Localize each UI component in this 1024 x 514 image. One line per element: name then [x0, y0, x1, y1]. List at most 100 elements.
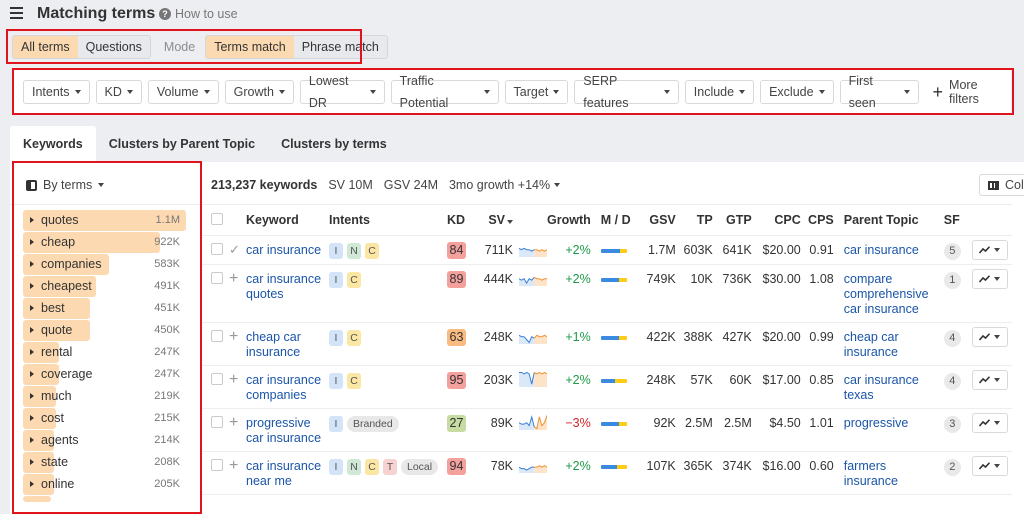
keyword-link[interactable]: car insurance near me — [246, 459, 326, 489]
expand-arrow-icon[interactable] — [30, 261, 34, 267]
col-gsv[interactable]: GSV — [638, 204, 676, 236]
parent-topic-link[interactable]: progressive — [844, 416, 944, 431]
row-checkbox[interactable] — [211, 373, 223, 385]
trend-dropdown[interactable] — [971, 269, 1008, 289]
filter-intents[interactable]: Intents — [23, 80, 90, 104]
keyword-link[interactable]: car insurance companies — [246, 373, 326, 403]
serp-features-count[interactable]: 3 — [943, 416, 961, 433]
serp-features-count[interactable]: 4 — [943, 373, 961, 390]
term-item[interactable]: companies 583K — [23, 253, 186, 275]
filter-kd[interactable]: KD — [95, 80, 142, 104]
parent-topic-link[interactable]: car insurance texas — [844, 373, 944, 403]
volume-sparkline[interactable] — [519, 457, 547, 473]
keyword-link[interactable]: progressive car insurance — [246, 416, 326, 446]
trend-dropdown[interactable] — [971, 413, 1008, 433]
expand-arrow-icon[interactable] — [30, 415, 34, 421]
term-item[interactable]: quote 450K — [23, 319, 186, 341]
col-md[interactable]: M / D — [590, 204, 639, 236]
col-growth[interactable]: Growth — [547, 204, 591, 236]
parent-topic-link[interactable]: compare comprehensive car insurance — [844, 272, 944, 317]
match-phrase[interactable]: Phrase match — [293, 35, 387, 58]
term-item[interactable]: much 219K — [23, 385, 186, 407]
col-cpc[interactable]: CPC — [751, 204, 801, 236]
col-tp[interactable]: TP — [675, 204, 713, 236]
term-item[interactable]: cost 215K — [23, 407, 186, 429]
filter-first-seen[interactable]: First seen — [839, 74, 919, 110]
term-item[interactable]: agents 214K — [23, 429, 186, 451]
term-item[interactable]: coverage 247K — [23, 363, 186, 385]
parent-topic-link[interactable]: car insurance — [844, 243, 944, 258]
col-gtp[interactable]: GTP — [712, 204, 752, 236]
menu-icon[interactable] — [10, 7, 23, 19]
filter-volume[interactable]: Volume — [147, 80, 219, 104]
expand-arrow-icon[interactable] — [30, 349, 34, 355]
col-cps[interactable]: CPS — [800, 204, 834, 236]
row-checkbox[interactable] — [211, 243, 223, 255]
trend-dropdown[interactable] — [971, 240, 1008, 260]
term-item[interactable]: cheapest 491K — [23, 275, 186, 297]
tab-clusters-by-parent-topic[interactable]: Clusters by Parent Topic — [96, 126, 268, 162]
expand-arrow-icon[interactable] — [30, 371, 34, 377]
how-to-use-link[interactable]: ? How to use — [159, 7, 238, 21]
filter-include[interactable]: Include — [684, 80, 755, 104]
add-to-list-icon[interactable]: + — [229, 451, 246, 495]
growth-period-dropdown[interactable]: 3mo growth +14% — [449, 178, 561, 192]
row-checkbox[interactable] — [211, 330, 223, 342]
filter-exclude[interactable]: Exclude — [760, 80, 834, 104]
row-checkbox[interactable] — [211, 416, 223, 428]
volume-sparkline[interactable] — [519, 414, 547, 430]
row-checkbox[interactable] — [211, 459, 223, 471]
select-all-checkbox[interactable] — [211, 212, 223, 225]
filter-serp-features[interactable]: SERP features — [574, 74, 679, 110]
expand-arrow-icon[interactable] — [30, 217, 34, 223]
col-sf[interactable]: SF — [943, 204, 972, 236]
add-to-list-icon[interactable]: + — [229, 365, 246, 409]
trend-dropdown[interactable] — [971, 456, 1008, 476]
expand-arrow-icon[interactable] — [30, 437, 34, 443]
parent-topic-link[interactable]: farmers insurance — [844, 459, 944, 489]
group-by-dropdown[interactable]: By terms — [26, 178, 105, 192]
trend-dropdown[interactable] — [971, 370, 1008, 390]
term-item[interactable]: quotes 1.1M — [23, 209, 186, 231]
tab-keywords[interactable]: Keywords — [10, 126, 96, 162]
volume-sparkline[interactable] — [519, 270, 547, 286]
keyword-link[interactable]: car insurance quotes — [246, 272, 326, 302]
keyword-link[interactable]: car insurance — [246, 243, 326, 258]
expand-arrow-icon[interactable] — [30, 239, 34, 245]
volume-sparkline[interactable] — [519, 371, 547, 387]
expand-arrow-icon[interactable] — [30, 305, 34, 311]
col-keyword[interactable]: Keyword — [246, 204, 329, 236]
expand-arrow-icon[interactable] — [30, 327, 34, 333]
volume-sparkline[interactable] — [519, 241, 547, 257]
filter-traffic-potential[interactable]: Traffic Potential — [390, 74, 499, 110]
term-item[interactable]: best 451K — [23, 297, 186, 319]
match-terms[interactable]: Terms match — [206, 35, 294, 58]
scope-all-terms[interactable]: All terms — [13, 35, 78, 58]
serp-features-count[interactable]: 1 — [943, 272, 961, 289]
col-intents[interactable]: Intents — [329, 204, 447, 236]
term-item[interactable]: cheap 922K — [23, 231, 186, 253]
expand-arrow-icon[interactable] — [30, 393, 34, 399]
filter-target[interactable]: Target — [504, 80, 569, 104]
serp-features-count[interactable]: 2 — [943, 459, 961, 476]
expand-arrow-icon[interactable] — [30, 283, 34, 289]
parent-topic-link[interactable]: cheap car insurance — [844, 330, 944, 360]
col-kd[interactable]: KD — [447, 204, 473, 236]
term-item[interactable]: online 205K — [23, 473, 186, 495]
serp-features-count[interactable]: 5 — [943, 243, 961, 260]
serp-features-count[interactable]: 4 — [943, 330, 961, 347]
col-sv[interactable]: SV — [473, 204, 513, 236]
add-to-list-icon[interactable]: + — [229, 322, 246, 366]
term-item[interactable]: rental 247K — [23, 341, 186, 363]
keyword-link[interactable]: cheap car insurance — [246, 330, 326, 360]
volume-sparkline[interactable] — [519, 328, 547, 344]
add-to-list-icon[interactable]: + — [229, 264, 246, 323]
expand-arrow-icon[interactable] — [30, 481, 34, 487]
added-check-icon[interactable]: ✓ — [229, 235, 246, 265]
expand-arrow-icon[interactable] — [30, 459, 34, 465]
filter-lowest-dr[interactable]: Lowest DR — [299, 74, 385, 110]
add-to-list-icon[interactable]: + — [229, 408, 246, 452]
trend-dropdown[interactable] — [971, 327, 1008, 347]
scope-questions[interactable]: Questions — [77, 35, 150, 58]
row-checkbox[interactable] — [211, 272, 223, 284]
